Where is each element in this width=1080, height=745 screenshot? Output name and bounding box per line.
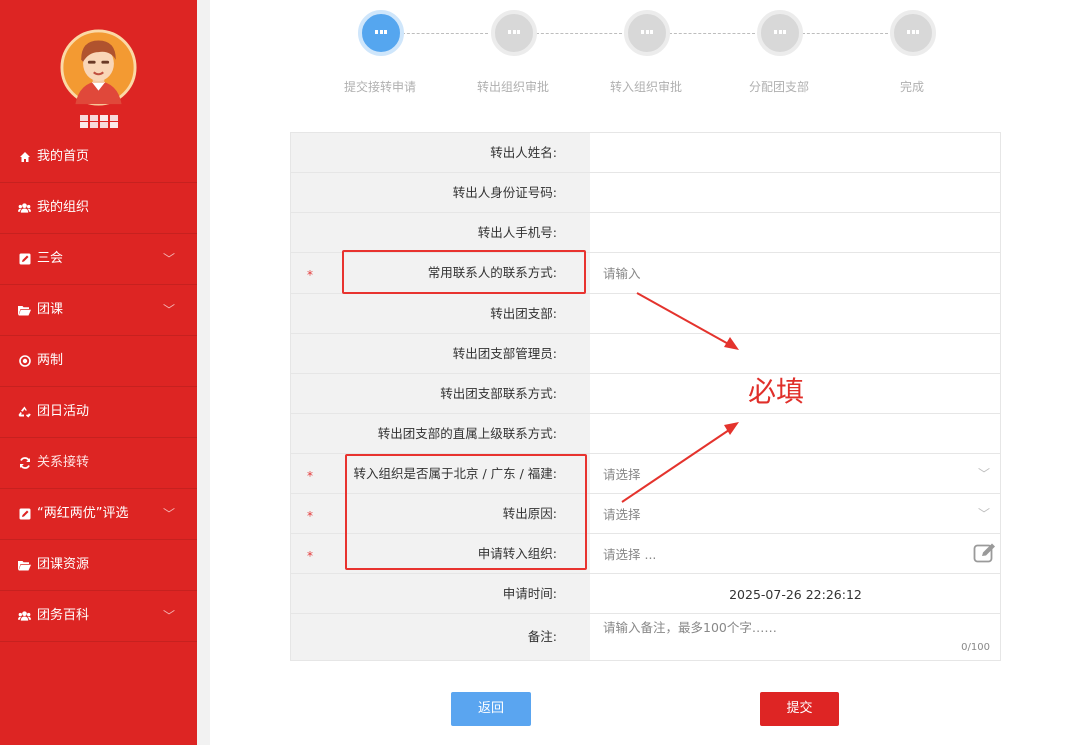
required-asterisk: *: [307, 469, 313, 483]
sidebar-item-label: 两制: [37, 353, 64, 368]
field-label: 申请时间:: [291, 574, 590, 613]
out-id-value: [590, 173, 1000, 212]
highlight-box-required-fields: [345, 454, 587, 570]
step-connector: [536, 33, 622, 34]
sidebar-item-two-systems[interactable]: 两制: [0, 336, 197, 387]
step-circle: [624, 10, 670, 56]
field-label: 转出人姓名:: [291, 133, 590, 172]
form-row-remark: 备注: 请输入备注，最多100个字…… 0/100: [291, 614, 1000, 660]
form-row-out-id: 转出人身份证号码:: [291, 173, 1000, 213]
step-label: 转出组织审批: [476, 80, 549, 94]
step-label: 分配团支部: [748, 80, 809, 94]
users-icon: [18, 610, 31, 623]
sidebar-item-my-org[interactable]: 我的组织: [0, 183, 197, 234]
folder-open-icon: [18, 559, 31, 572]
field-label: 转出团支部联系方式:: [291, 374, 590, 413]
step-connector: [669, 33, 755, 34]
field-label: 转出团支部:: [291, 294, 590, 333]
sidebar-nav: 我的首页 我的组织 三会 ﹀ 团课 ﹀ 两制 团日活动 关系接转 “两红两优”评…: [0, 132, 197, 642]
char-counter: 0/100: [961, 642, 990, 653]
sidebar-item-label: 团课: [37, 302, 64, 317]
ellipsis-icon: [375, 30, 387, 35]
out-phone-value: [590, 213, 1000, 252]
form-row-out-name: 转出人姓名:: [291, 133, 1000, 173]
field-label: 转出人手机号:: [291, 213, 590, 252]
sidebar-item-label: “两红两优”评选: [37, 506, 129, 521]
required-asterisk: *: [307, 549, 313, 563]
field-label: 转出团支部管理员:: [291, 334, 590, 373]
sidebar-item-league-day[interactable]: 团日活动: [0, 387, 197, 438]
back-button[interactable]: 返回: [451, 692, 531, 726]
required-annotation: 必填: [748, 375, 805, 408]
apply-time-field: 2025-07-26 22:26:12: [590, 574, 1000, 613]
recycle-icon: [18, 406, 31, 419]
sidebar-item-encyclopedia[interactable]: 团务百科 ﹀: [0, 591, 197, 642]
field-label: 转出人身份证号码:: [291, 173, 590, 212]
sidebar-item-label: 团日活动: [37, 404, 90, 419]
sidebar-item-label: 我的组织: [37, 200, 90, 215]
user-avatar[interactable]: [60, 29, 137, 106]
home-icon: [18, 151, 31, 164]
apply-time-value: 2025-07-26 22:26:12: [729, 587, 862, 602]
form-row-apply-time: 申请时间: 2025-07-26 22:26:12: [291, 574, 1000, 614]
sidebar-item-label: 三会: [37, 251, 64, 266]
step-circle: [890, 10, 936, 56]
remark-placeholder: 请输入备注，最多100个字……: [603, 620, 777, 635]
step-connector: [802, 33, 888, 34]
edit-square-icon: [18, 253, 31, 266]
edit-icon[interactable]: [973, 542, 997, 564]
users-icon: [18, 202, 31, 215]
sidebar-item-selection[interactable]: “两红两优”评选 ﹀: [0, 489, 197, 540]
required-asterisk: *: [307, 509, 313, 523]
field-label: 备注:: [291, 614, 590, 660]
out-name-value: [590, 133, 1000, 172]
chevron-down-icon: ﹀: [162, 609, 175, 623]
edit-square-icon: [18, 508, 31, 521]
target-circle-icon: [18, 355, 31, 368]
folder-open-icon: [18, 304, 31, 317]
chevron-down-icon: ﹀: [162, 507, 175, 521]
required-asterisk: *: [307, 268, 313, 282]
ellipsis-icon: [774, 30, 786, 35]
step-circle: [491, 10, 537, 56]
target-org-picker[interactable]: 请选择 ...: [590, 534, 1000, 573]
step-label: 提交接转申请: [343, 80, 416, 94]
chevron-down-icon: ﹀: [162, 303, 175, 317]
sidebar-item-league-class[interactable]: 团课 ﹀: [0, 285, 197, 336]
chevron-down-icon: ﹀: [977, 507, 990, 521]
sidebar-item-label: 团务百科: [37, 608, 90, 623]
form-row-out-phone: 转出人手机号:: [291, 213, 1000, 253]
sidebar-item-class-resources[interactable]: 团课资源: [0, 540, 197, 591]
step-label: 转入组织审批: [609, 80, 682, 94]
ellipsis-icon: [508, 30, 520, 35]
field-label: 转出团支部的直属上级联系方式:: [291, 414, 590, 453]
annotation-arrows: [621, 292, 739, 503]
ellipsis-icon: [907, 30, 919, 35]
sidebar-item-home[interactable]: 我的首页: [0, 132, 197, 183]
sidebar: 我的首页 我的组织 三会 ﹀ 团课 ﹀ 两制 团日活动 关系接转 “两红两优”评…: [0, 0, 197, 745]
sidebar-divider: [197, 0, 210, 745]
ellipsis-icon: [641, 30, 653, 35]
chevron-down-icon: ﹀: [162, 252, 175, 266]
refresh-icon: [18, 457, 31, 470]
username-masked: [80, 115, 120, 128]
sidebar-item-label: 我的首页: [37, 149, 90, 164]
sidebar-item-label: 关系接转: [37, 455, 90, 470]
step-label: 完成: [899, 80, 924, 94]
sidebar-item-three-meetings[interactable]: 三会 ﹀: [0, 234, 197, 285]
submit-button[interactable]: 提交: [760, 692, 839, 726]
sidebar-item-transfer[interactable]: 关系接转: [0, 438, 197, 489]
remark-textarea[interactable]: 请输入备注，最多100个字…… 0/100: [590, 614, 1000, 660]
step-connector: [402, 33, 488, 34]
step-circle-active: [358, 10, 404, 56]
sidebar-item-label: 团课资源: [37, 557, 90, 572]
target-org-value: 请选择 ...: [603, 547, 657, 562]
step-circle: [757, 10, 803, 56]
chevron-down-icon: ﹀: [977, 467, 990, 481]
highlight-box-contact: [342, 250, 586, 294]
progress-steps: 提交接转申请 转出组织审批 转入组织审批 分配团支部 完成: [320, 0, 960, 110]
